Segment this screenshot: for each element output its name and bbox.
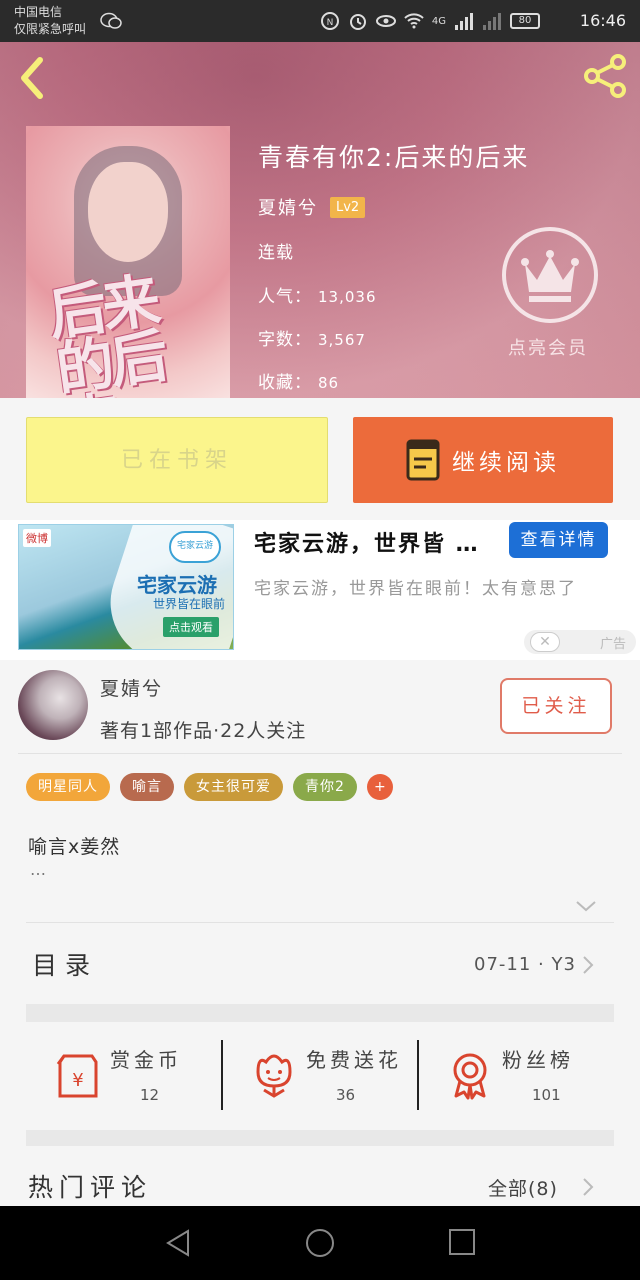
favorites-label: 收藏： [258,373,312,393]
favorites-value: 86 [318,374,340,392]
avatar[interactable] [18,670,88,740]
system-nav-bar [0,1206,640,1280]
author-row: 夏婧兮 Lv2 [258,194,366,220]
cover-art-face [88,162,168,262]
status-bar: 中国电信 仅限紧急呼叫 N 4G 80 16:46 [0,0,640,42]
author-card-name[interactable]: 夏婧兮 [100,674,163,701]
popularity-value: 13,036 [318,288,377,306]
author-name[interactable]: 夏婧兮 [258,194,318,220]
on-shelf-button[interactable]: 已在书架 [26,417,328,503]
nav-back-icon[interactable] [164,1228,192,1258]
favorites: 收藏： 86 [258,368,339,393]
stats-row: ¥ 赏金币 12 免费送花 36 粉丝榜 101 [26,1030,614,1120]
book-header: 后来的后来 青春有你2:后来的后来 夏婧兮 Lv2 连载 人气： 13,036 字… [0,42,640,398]
word-count-label: 字数： [258,330,312,350]
vip-label[interactable]: 点亮会员 [508,334,588,360]
stat-value: 12 [140,1086,160,1104]
ad-description[interactable]: 宅家云游，世界皆在眼前！太有意思了 [254,576,624,602]
ad-cloud-badge: 宅家云游 [169,531,221,563]
ad-image[interactable]: 微博 宅家云游 宅家云游 世界皆在眼前 点击观看 [18,524,234,650]
status-icons: N 4G 80 [320,10,540,32]
ad-brand: 微博 [23,529,51,547]
back-arrow-icon[interactable] [14,56,50,100]
ad-label: 广告 [600,637,627,652]
view-details-button[interactable]: 查看详情 [509,522,608,558]
tag-list: 明星同人 喻言 女主很可爱 青你2 + [26,773,393,801]
word-count-value: 3,567 [318,331,366,349]
stat-reward-coins[interactable]: ¥ 赏金币 12 [26,1030,222,1120]
ad-close-bar[interactable]: ✕ 广告 [524,630,636,654]
book-description: 喻言x姜然 [28,836,121,858]
wechat-icon [100,12,122,29]
tag-item[interactable]: 喻言 [120,773,174,801]
hot-comments-title: 热门评论 [28,1173,153,1202]
section-separator [26,1130,614,1146]
divider [26,922,614,923]
red-envelope-icon: ¥ [56,1054,98,1098]
ad-banner[interactable]: 微博 宅家云游 宅家云游 世界皆在眼前 点击观看 宅家云游，世界皆 … 查看详情… [0,520,640,660]
chevron-right-icon[interactable] [580,1176,596,1198]
share-icon[interactable] [582,52,630,100]
stat-free-flowers[interactable]: 免费送花 36 [222,1030,418,1120]
alarm-icon [349,14,366,30]
tag-item[interactable]: 明星同人 [26,773,110,801]
carrier-name: 中国电信 [14,5,63,19]
more-tags-button[interactable]: + [366,774,393,800]
network-type: 4G [431,15,446,27]
ad-image-cta[interactable]: 点击观看 [163,617,219,637]
stat-fan-ranking[interactable]: 粉丝榜 101 [418,1030,614,1120]
ad-title[interactable]: 宅家云游，世界皆 … [254,526,480,558]
medal-icon [453,1053,487,1100]
stat-label: 免费送花 [306,1048,402,1072]
ad-image-subtitle: 世界皆在眼前 [153,597,226,611]
continue-reading-button[interactable]: 继续阅读 [353,417,613,503]
continue-reading-label: 继续阅读 [452,450,560,476]
chevron-right-icon[interactable] [580,954,596,976]
carrier-status: 仅限紧急呼叫 [14,22,87,36]
ad-image-title: 宅家云游 [137,573,217,597]
close-icon[interactable]: ✕ [530,632,560,652]
stat-label: 赏金币 [110,1048,182,1072]
signal-none-icon [483,13,501,30]
stat-value: 36 [336,1086,356,1104]
clock: 16:46 [579,11,626,30]
svg-text:N: N [327,18,334,28]
chevron-down-icon[interactable] [574,896,598,916]
book-title: 青春有你2:后来的后来 [258,143,530,172]
toc-latest-update[interactable]: 07-11 · Y3 [474,954,576,975]
popularity-label: 人气： [258,287,312,307]
author-card-meta: 著有1部作品·22人关注 [100,720,307,742]
wifi-icon [404,13,424,29]
battery-indicator: 80 [510,13,540,29]
book-cover: 后来的后来 [26,126,230,398]
word-count: 字数： 3,567 [258,325,366,350]
stat-label: 粉丝榜 [502,1048,574,1072]
follow-button[interactable]: 已关注 [500,678,612,734]
section-separator [26,1004,614,1022]
all-comments-link[interactable]: 全部(8) [488,1174,558,1201]
nav-home-icon[interactable] [305,1228,335,1258]
toc-title[interactable]: 目录 [32,946,98,982]
cover-title: 后来的后来 [44,266,169,398]
nfc-icon: N [320,12,339,30]
carrier-info: 中国电信 仅限紧急呼叫 [14,4,86,37]
flower-icon [256,1054,292,1098]
nav-recent-apps-icon[interactable] [448,1228,476,1256]
crown-icon[interactable] [501,226,599,324]
svg-text:¥: ¥ [72,1070,83,1091]
level-badge: Lv2 [330,196,366,218]
divider [18,753,622,754]
book-icon [406,439,440,481]
author-card: 夏婧兮 著有1部作品·22人关注 已关注 [0,660,640,756]
description-ellipsis: … [30,860,46,879]
tag-item[interactable]: 女主很可爱 [184,773,283,801]
tag-item[interactable]: 青你2 [293,773,357,801]
serial-status: 连载 [258,243,294,263]
signal-icon [455,13,473,30]
stat-value: 101 [532,1086,561,1104]
eye-icon [375,15,396,27]
popularity: 人气： 13,036 [258,282,377,307]
